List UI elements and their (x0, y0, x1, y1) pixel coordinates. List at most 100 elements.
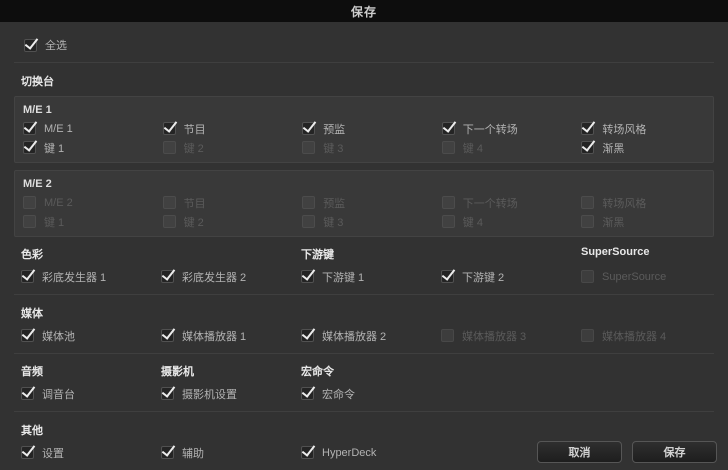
supersource-label: SuperSource (602, 270, 667, 283)
media-player-2-checkbox[interactable] (301, 329, 314, 342)
me1-label: M/E 1 (44, 122, 73, 135)
save-button[interactable]: 保存 (632, 441, 717, 463)
checkbox-item-me2-next-transition: 下一个转场 (434, 193, 574, 212)
select-all-item[interactable]: 全选 (14, 29, 714, 62)
me2-next-transition-checkbox (441, 196, 455, 209)
media-player-4-checkbox (581, 329, 594, 342)
checkbox-item-me1-ftb[interactable]: 渐黑 (573, 138, 713, 157)
checkbox-item-audio-mixer[interactable]: 调音台 (14, 384, 154, 403)
me1-program-checkbox[interactable] (162, 122, 176, 135)
checkbox-item-me1-key1[interactable]: 键 1 (15, 138, 155, 157)
checkbox-item-media-player-4: 媒体播放器 4 (574, 326, 714, 345)
me2-next-transition-label: 下一个转场 (462, 197, 518, 210)
me1-next-transition-checkbox[interactable] (441, 122, 455, 135)
aux-label: 辅助 (182, 447, 204, 460)
aux-checkbox[interactable] (161, 446, 174, 459)
me2-transition-style-checkbox (581, 196, 595, 209)
section-header-switcher: 切换台 (21, 76, 54, 88)
me2-preview-label: 预监 (323, 197, 346, 210)
footer-buttons: 取消 保存 (537, 441, 717, 463)
checkbox-item-media-player-2[interactable]: 媒体播放器 2 (294, 326, 434, 345)
dsk1-checkbox[interactable] (301, 270, 314, 283)
separator (14, 62, 714, 63)
checkbox-item-me1-program[interactable]: 节目 (155, 119, 295, 138)
checkbox-item-media-player-1[interactable]: 媒体播放器 1 (154, 326, 294, 345)
me1-key3-label: 键 3 (323, 142, 344, 155)
checkbox-item-me2-key3: 键 3 (294, 212, 434, 231)
color-gen-1-checkbox[interactable] (21, 270, 34, 283)
media-pool-checkbox[interactable] (21, 329, 34, 342)
settings-label: 设置 (42, 447, 64, 460)
section-header-macros: 宏命令 (301, 366, 334, 378)
checkbox-item-macros[interactable]: 宏命令 (294, 384, 434, 403)
checkbox-item-supersource: SuperSource (574, 267, 714, 286)
media-player-4-label: 媒体播放器 4 (602, 330, 667, 343)
checkbox-item-me1-key3: 键 3 (294, 138, 434, 157)
hyperdeck-checkbox[interactable] (301, 446, 314, 459)
media-player-1-checkbox[interactable] (161, 329, 174, 342)
me2-key1-checkbox (23, 215, 36, 228)
media-player-3-checkbox (441, 329, 454, 342)
section-header-other: 其他 (21, 425, 43, 437)
dialog-titlebar: 保存 (0, 0, 728, 22)
settings-checkbox[interactable] (21, 446, 34, 459)
checkbox-item-me1[interactable]: M/E 1 (15, 119, 155, 138)
checkbox-item-settings[interactable]: 设置 (14, 443, 154, 462)
checkbox-item-me2: M/E 2 (15, 193, 155, 212)
me2-ftb-label: 渐黑 (602, 216, 625, 229)
me2-preview-checkbox (302, 196, 316, 209)
select-all-label: 全选 (45, 40, 67, 52)
checkbox-item-camera-settings[interactable]: 摄影机设置 (154, 384, 294, 403)
select-all-checkbox[interactable] (24, 38, 37, 52)
audio-mixer-label: 调音台 (42, 388, 75, 401)
dsk2-label: 下游键 2 (462, 271, 505, 284)
checkbox-item-me1-next-transition[interactable]: 下一个转场 (434, 119, 574, 138)
me2-panel-header: M/E 2 (23, 178, 52, 190)
checkbox-item-hyperdeck[interactable]: HyperDeck (294, 443, 434, 462)
me1-ftb-label: 渐黑 (602, 142, 625, 155)
me1-key2-checkbox (162, 141, 176, 154)
cancel-button[interactable]: 取消 (537, 441, 622, 463)
checkbox-item-me2-program: 节目 (155, 193, 295, 212)
me1-preview-checkbox[interactable] (302, 122, 316, 135)
checkbox-item-color-gen-2[interactable]: 彩底发生器 2 (154, 267, 294, 286)
checkbox-item-me2-ftb: 渐黑 (573, 212, 713, 231)
dialog-body: 全选 切换台 M/E 1 M/E 1 节目 预监 下一个转场 转场风格 键 1 … (0, 22, 728, 462)
dsk2-checkbox[interactable] (441, 270, 454, 283)
me2-key3-checkbox (302, 215, 316, 228)
checkbox-item-media-pool[interactable]: 媒体池 (14, 326, 154, 345)
color-gen-2-checkbox[interactable] (161, 270, 174, 283)
checkbox-item-me2-key4: 键 4 (434, 212, 574, 231)
checkbox-item-dsk1[interactable]: 下游键 1 (294, 267, 434, 286)
media-pool-label: 媒体池 (42, 330, 75, 343)
camera-settings-checkbox[interactable] (161, 387, 174, 400)
separator (14, 353, 714, 354)
checkbox-item-me2-key1: 键 1 (15, 212, 155, 231)
me1-transition-style-label: 转场风格 (602, 123, 647, 136)
me2-program-checkbox (162, 196, 176, 209)
dialog-title: 保存 (350, 4, 377, 19)
me1-key3-checkbox (302, 141, 316, 154)
me2-key4-label: 键 4 (462, 216, 483, 229)
checkbox-item-dsk2[interactable]: 下游键 2 (434, 267, 574, 286)
checkbox-item-me1-transition-style[interactable]: 转场风格 (573, 119, 713, 138)
checkbox-item-me1-preview[interactable]: 预监 (294, 119, 434, 138)
me1-transition-style-checkbox[interactable] (581, 122, 595, 135)
me2-key2-checkbox (162, 215, 176, 228)
me1-panel: M/E 1 M/E 1 节目 预监 下一个转场 转场风格 键 1 键 2 键 3… (14, 96, 714, 163)
me2-key1-label: 键 1 (44, 216, 65, 229)
me1-preview-label: 预监 (323, 123, 346, 136)
macros-checkbox[interactable] (301, 387, 314, 400)
me1-key1-checkbox[interactable] (23, 141, 36, 154)
me2-checkbox (23, 196, 36, 209)
me1-ftb-checkbox[interactable] (581, 141, 595, 154)
separator (14, 411, 714, 412)
checkbox-item-aux[interactable]: 辅助 (154, 443, 294, 462)
section-header-audio: 音频 (21, 366, 43, 378)
me1-program-label: 节目 (183, 123, 206, 136)
checkbox-item-color-gen-1[interactable]: 彩底发生器 1 (14, 267, 154, 286)
media-player-2-label: 媒体播放器 2 (322, 330, 387, 343)
audio-mixer-checkbox[interactable] (21, 387, 34, 400)
me2-ftb-checkbox (581, 215, 595, 228)
me1-checkbox[interactable] (23, 122, 36, 135)
